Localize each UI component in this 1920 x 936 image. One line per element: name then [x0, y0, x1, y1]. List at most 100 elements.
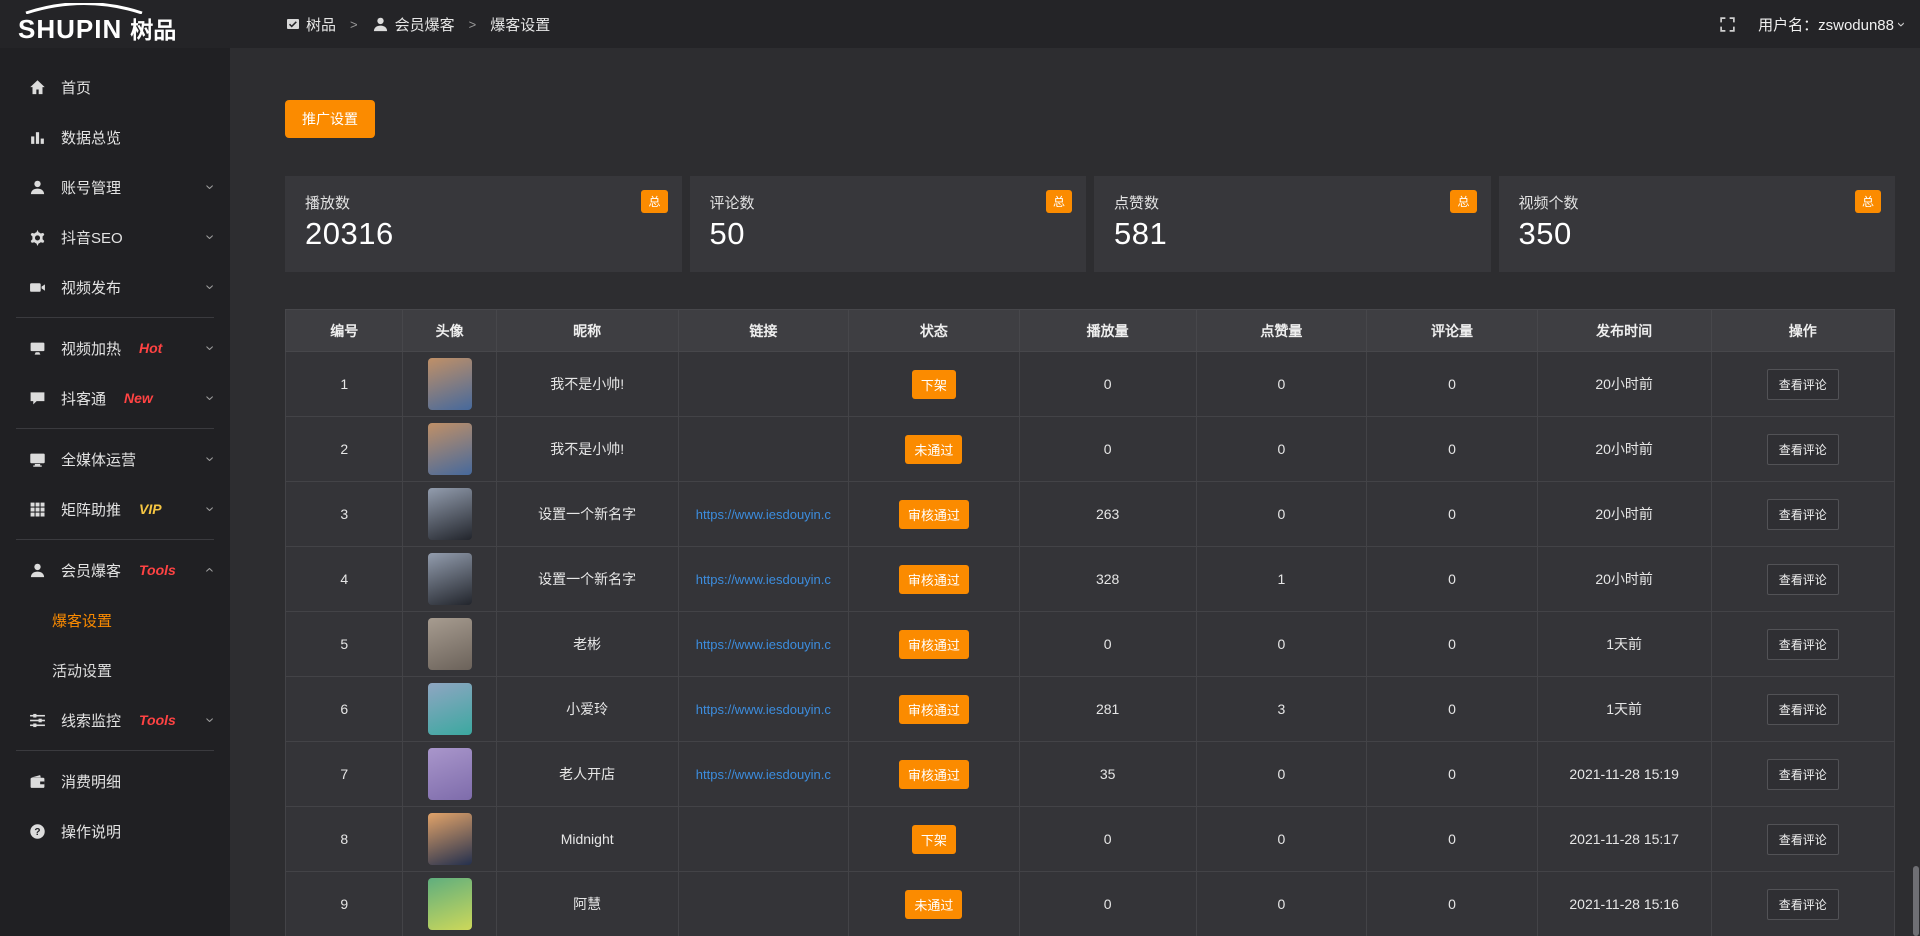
- video-link[interactable]: https://www.iesdouyin.c: [696, 637, 831, 652]
- cell-status: 审核通过: [849, 742, 1020, 807]
- sidebar-item[interactable]: 全媒体运营 ›: [0, 434, 230, 484]
- sidebar-item-label: 会员爆客: [61, 560, 121, 581]
- sidebar-item[interactable]: 会员爆客 Tools ›: [0, 545, 230, 595]
- wallet-icon: [28, 773, 46, 790]
- cell-id: 9: [286, 872, 403, 936]
- cell-id: 2: [286, 417, 403, 482]
- cell-link: https://www.iesdouyin.c: [678, 482, 849, 547]
- cell-comments: 0: [1367, 417, 1538, 482]
- video-link[interactable]: https://www.iesdouyin.c: [696, 702, 831, 717]
- stat-card-value: 350: [1519, 216, 1876, 252]
- sidebar-item[interactable]: 矩阵助推 VIP ›: [0, 484, 230, 534]
- cell-status: 审核通过: [849, 547, 1020, 612]
- breadcrumb-separator: >: [469, 17, 477, 32]
- column-header: 点赞量: [1196, 310, 1367, 352]
- username-label[interactable]: 用户名：zswodun88: [1758, 14, 1894, 35]
- breadcrumb-label: 会员爆客: [395, 14, 455, 35]
- breadcrumb-item[interactable]: 树品: [286, 14, 336, 35]
- stat-card-value: 50: [710, 216, 1067, 252]
- view-comments-button[interactable]: 查看评论: [1767, 889, 1839, 920]
- view-comments-button[interactable]: 查看评论: [1767, 369, 1839, 400]
- cell-plays: 35: [1019, 742, 1196, 807]
- stat-card: 评论数 50 总: [690, 176, 1087, 272]
- cell-plays: 0: [1019, 417, 1196, 482]
- avatar: [428, 618, 472, 670]
- sidebar-item[interactable]: 消费明细 ›: [0, 756, 230, 806]
- cell-time: 1天前: [1537, 612, 1711, 677]
- table-row: 5 老彬 https://www.iesdouyin.c 审核通过 0 0 0 …: [286, 612, 1895, 677]
- scrollbar-thumb[interactable]: [1913, 866, 1919, 936]
- sidebar-item[interactable]: 账号管理 ›: [0, 162, 230, 212]
- cell-link: https://www.iesdouyin.c: [678, 547, 849, 612]
- cell-time: 20小时前: [1537, 417, 1711, 482]
- sidebar-item[interactable]: 视频加热 Hot ›: [0, 323, 230, 373]
- status-badge: 未通过: [905, 890, 962, 919]
- view-comments-button[interactable]: 查看评论: [1767, 499, 1839, 530]
- video-link[interactable]: https://www.iesdouyin.c: [696, 767, 831, 782]
- sidebar-subitem[interactable]: 活动设置: [0, 645, 230, 695]
- sidebar-item[interactable]: 数据总览 ›: [0, 112, 230, 162]
- stat-card: 点赞数 581 总: [1094, 176, 1491, 272]
- view-comments-button[interactable]: 查看评论: [1767, 434, 1839, 465]
- promo-settings-button[interactable]: 推广设置: [285, 100, 375, 138]
- view-comments-button[interactable]: 查看评论: [1767, 694, 1839, 725]
- sidebar-subitem-active[interactable]: 爆客设置: [0, 595, 230, 645]
- sliders-icon: [28, 712, 46, 729]
- avatar: [428, 683, 472, 735]
- cell-likes: 0: [1196, 742, 1367, 807]
- cell-comments: 0: [1367, 482, 1538, 547]
- view-comments-button[interactable]: 查看评论: [1767, 629, 1839, 660]
- table-row: 9 阿慧 未通过 0 0 0 2021-11-28 15:16 查看评论: [286, 872, 1895, 936]
- stat-card-label: 评论数: [710, 192, 1067, 213]
- sidebar-item-label: 抖音SEO: [61, 227, 123, 248]
- sidebar-item-badge: Tools: [139, 562, 176, 578]
- stat-card-total-badge: 总: [1855, 190, 1881, 213]
- cell-id: 4: [286, 547, 403, 612]
- breadcrumb-item[interactable]: 会员爆客: [372, 14, 455, 35]
- cell-comments: 0: [1367, 677, 1538, 742]
- sidebar-item-label: 视频加热: [61, 338, 121, 359]
- column-header: 昵称: [496, 310, 678, 352]
- cell-avatar: [403, 352, 496, 417]
- view-comments-button[interactable]: 查看评论: [1767, 824, 1839, 855]
- video-link[interactable]: https://www.iesdouyin.c: [696, 507, 831, 522]
- cell-comments: 0: [1367, 872, 1538, 936]
- view-comments-button[interactable]: 查看评论: [1767, 564, 1839, 595]
- sidebar-item[interactable]: 抖客通 New ›: [0, 373, 230, 423]
- cell-plays: 0: [1019, 807, 1196, 872]
- sidebar-item-label: 视频发布: [61, 277, 121, 298]
- breadcrumb-item[interactable]: 爆客设置: [490, 14, 550, 35]
- cell-link: https://www.iesdouyin.c: [678, 677, 849, 742]
- cell-avatar: [403, 612, 496, 677]
- chevron-down-icon: ›: [200, 184, 218, 189]
- cell-nickname: 小爱玲: [496, 677, 678, 742]
- fullscreen-icon[interactable]: [1719, 16, 1736, 33]
- sidebar-divider: [16, 750, 214, 751]
- stat-card: 播放数 20316 总: [285, 176, 682, 272]
- cell-status: 审核通过: [849, 677, 1020, 742]
- cell-likes: 0: [1196, 612, 1367, 677]
- video-link[interactable]: https://www.iesdouyin.c: [696, 572, 831, 587]
- sidebar-item[interactable]: ? 操作说明 ›: [0, 806, 230, 856]
- status-badge: 审核通过: [899, 500, 969, 529]
- cell-avatar: [403, 547, 496, 612]
- sidebar-item-label: 账号管理: [61, 177, 121, 198]
- stat-card-total-badge: 总: [1450, 190, 1476, 213]
- sidebar-item[interactable]: 线索监控 Tools ›: [0, 695, 230, 745]
- sidebar-item[interactable]: 视频发布 ›: [0, 262, 230, 312]
- svg-text:?: ?: [34, 827, 40, 838]
- member-icon: [28, 562, 46, 579]
- cell-status: 未通过: [849, 417, 1020, 482]
- avatar: [428, 488, 472, 540]
- sidebar-item[interactable]: 首页 ›: [0, 62, 230, 112]
- view-comments-button[interactable]: 查看评论: [1767, 759, 1839, 790]
- monitor-icon: [28, 340, 46, 357]
- column-header: 播放量: [1019, 310, 1196, 352]
- sidebar-item-badge: Hot: [139, 340, 162, 356]
- main-content: 推广设置 播放数 20316 总 评论数 50 总 点赞数 581 总 视频个数…: [230, 48, 1920, 936]
- cell-plays: 263: [1019, 482, 1196, 547]
- chevron-down-icon: ›: [200, 456, 218, 461]
- cell-action: 查看评论: [1711, 547, 1894, 612]
- sidebar-item[interactable]: 抖音SEO ›: [0, 212, 230, 262]
- column-header: 状态: [849, 310, 1020, 352]
